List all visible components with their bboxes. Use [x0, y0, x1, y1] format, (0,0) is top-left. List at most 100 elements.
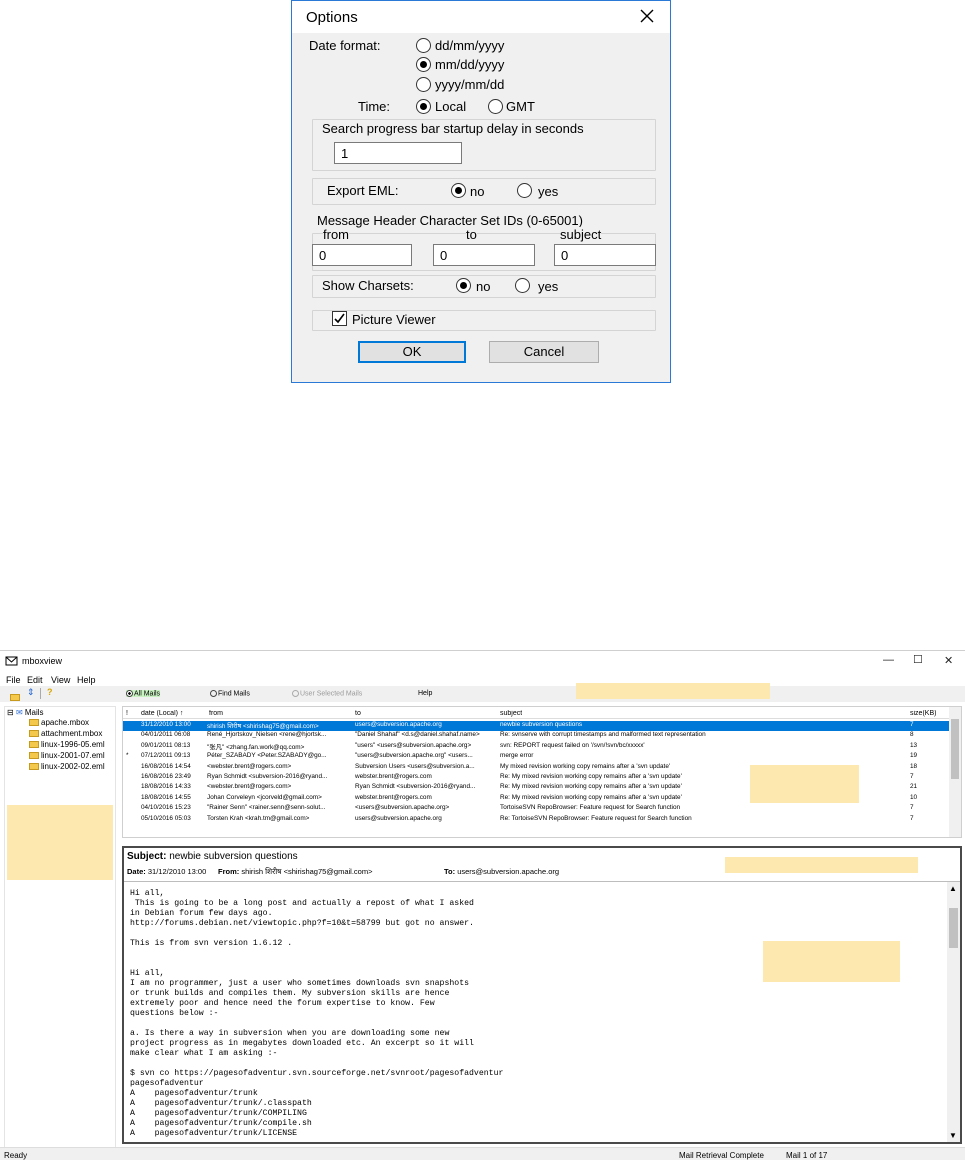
cell-from: Johan Corveleyn <jcorveld@gmail.com> [207, 793, 322, 801]
cell-to: "Daniel Shahaf" <d.s@daniel.shahaf.name> [355, 731, 480, 739]
mail-date-line: Date: 31/12/2010 13:00 [127, 867, 206, 876]
mail-list-scrollbar[interactable] [949, 707, 961, 837]
subject-label: Subject: [127, 851, 167, 862]
cell-size: 10 [910, 793, 918, 801]
folder-icon [29, 730, 39, 738]
open-folder-icon[interactable] [10, 689, 22, 707]
tree-item-linux-2002[interactable]: linux-2002-02.eml [29, 762, 105, 771]
time-local-radio[interactable] [416, 99, 431, 114]
export-eml-yes-radio[interactable] [517, 183, 532, 198]
ok-button[interactable]: OK [358, 341, 466, 363]
table-row[interactable]: 05/10/2016 05:03 Torsten Krah <krah.tm@gm… [123, 815, 951, 825]
charset-subject-input[interactable] [554, 244, 656, 266]
charset-from-label: from [323, 227, 349, 242]
charset-to-input[interactable] [433, 244, 535, 266]
picture-viewer-checkbox[interactable] [332, 311, 347, 326]
header-separator [124, 881, 960, 882]
export-eml-no-radio[interactable] [451, 183, 466, 198]
tree-item-label: attachment.mbox [41, 729, 103, 738]
cell-to: users@subversion.apache.org [355, 814, 442, 822]
all-mails-label: All Mails [134, 690, 161, 698]
cell-date: 16/08/2016 23:49 [141, 773, 191, 780]
tree-item-attachment[interactable]: attachment.mbox [29, 729, 102, 738]
minimize-icon[interactable]: — [883, 654, 894, 666]
charset-from-input[interactable] [312, 244, 412, 266]
tree-item-linux-1996[interactable]: linux-1996-05.eml [29, 740, 105, 749]
user-selected-radio [292, 690, 299, 697]
checkmark-icon [334, 313, 345, 324]
time-local-label: Local [435, 99, 467, 114]
menu-edit[interactable]: Edit [27, 675, 43, 685]
find-mails-label: Find Mails [218, 690, 250, 698]
maximize-icon[interactable]: ☐ [913, 653, 923, 666]
filter-help-link[interactable]: Help [418, 690, 432, 697]
find-mails-option[interactable]: Find Mails [210, 690, 250, 697]
cell-size: 8 [910, 731, 914, 739]
status-ready: Ready [4, 1151, 28, 1160]
table-row[interactable]: 09/01/2011 08:13 "张凡" <zhang.fan.work@qq.… [123, 742, 951, 752]
time-gmt-radio[interactable] [488, 99, 503, 114]
col-date[interactable]: date (Local) ↑ [141, 710, 183, 717]
cell-date: 05/10/2016 05:03 [141, 814, 191, 822]
cell-size: 19 [910, 752, 918, 760]
col-subject[interactable]: subject [500, 710, 522, 717]
cancel-button[interactable]: Cancel [489, 341, 599, 363]
tree-item-label: linux-2001-07.eml [41, 751, 105, 760]
help-icon[interactable]: ? [47, 687, 53, 697]
menu-file[interactable]: File [6, 675, 21, 685]
show-charsets-yes-radio[interactable] [515, 278, 530, 293]
menu-help[interactable]: Help [77, 675, 96, 685]
cell-to: webster.brent@rogers.com [355, 793, 432, 801]
menu-view[interactable]: View [51, 675, 70, 685]
refresh-icon[interactable]: ⇕ [27, 687, 35, 698]
screenshot-root: Options Date format: dd/mm/yyyy mm/dd/yy… [0, 0, 965, 1160]
cell-size: 18 [910, 762, 918, 770]
col-flag[interactable]: ! [126, 710, 128, 717]
scroll-up-icon[interactable]: ▲ [949, 884, 957, 893]
mail-body-scrollbar[interactable]: ▲ ▼ [947, 882, 960, 1142]
col-to[interactable]: to [355, 710, 361, 717]
date-label: Date: [127, 867, 146, 876]
table-row[interactable]: 04/01/2011 06:08 René_Hjortskov_Nielsen <… [123, 731, 951, 741]
window-close-icon[interactable]: ✕ [944, 654, 953, 667]
cell-subject: svn: REPORT request failed on '/svn/!svn… [500, 741, 645, 749]
cell-date: 31/12/2010 13:00 [141, 721, 191, 728]
tree-item-linux-2001[interactable]: linux-2001-07.eml [29, 751, 105, 760]
cell-to: Ryan Schmidt <subversion-2016@ryand... [355, 783, 476, 791]
close-icon[interactable] [636, 7, 658, 27]
date-format-mmddyyyy-radio[interactable] [416, 57, 431, 72]
cell-size: 13 [910, 741, 918, 749]
all-mails-option[interactable]: All Mails [126, 690, 161, 698]
user-selected-option[interactable]: User Selected Mails [292, 690, 362, 697]
col-size[interactable]: size(KB) [910, 710, 936, 717]
user-selected-label: User Selected Mails [300, 690, 363, 698]
date-format-yyyymmdd-radio[interactable] [416, 77, 431, 92]
cell-size: 21 [910, 783, 918, 791]
table-row[interactable]: 04/10/2016 15:23 "Rainer Senn" <rainer.se… [123, 804, 951, 814]
options-dialog: Options Date format: dd/mm/yyyy mm/dd/yy… [291, 0, 671, 383]
table-row[interactable]: * 07/12/2011 09:13 Péter_SZABADY <Peter.SZ… [123, 752, 951, 762]
date-format-label: Date format: [309, 38, 381, 53]
scroll-down-icon[interactable]: ▼ [949, 1131, 957, 1140]
cell-subject: TortoiseSVN RepoBrowser: Feature request… [500, 804, 681, 812]
show-charsets-no-radio[interactable] [456, 278, 471, 293]
tree-root[interactable]: ⊟ ✉ Mails [7, 708, 44, 717]
mail-subject-line: Subject: newbie subversion questions [127, 851, 298, 862]
date-format-option-0: dd/mm/yyyy [435, 38, 505, 53]
cell-date: 04/10/2016 15:23 [141, 804, 191, 812]
cell-to: "users" <users@subversion.apache.org> [355, 741, 472, 749]
scroll-thumb[interactable] [951, 719, 959, 779]
table-row[interactable]: 31/12/2010 13:00 shirish शिरीष <shirishag… [123, 721, 951, 731]
tree-item-apache[interactable]: apache.mbox [29, 718, 89, 727]
scroll-thumb[interactable] [949, 908, 958, 948]
show-charsets-label: Show Charsets: [322, 278, 414, 293]
date-format-ddmmyyyy-radio[interactable] [416, 38, 431, 53]
search-delay-input[interactable] [334, 142, 462, 164]
cell-subject: newbie subversion questions [500, 721, 583, 728]
cell-size: 7 [910, 804, 914, 812]
tree-item-label: apache.mbox [41, 718, 90, 727]
mailbox-icon: ✉ [15, 708, 23, 717]
cell-flag: * [126, 752, 129, 760]
col-from[interactable]: from [209, 710, 223, 717]
tree-item-label: linux-2002-02.eml [41, 762, 105, 771]
